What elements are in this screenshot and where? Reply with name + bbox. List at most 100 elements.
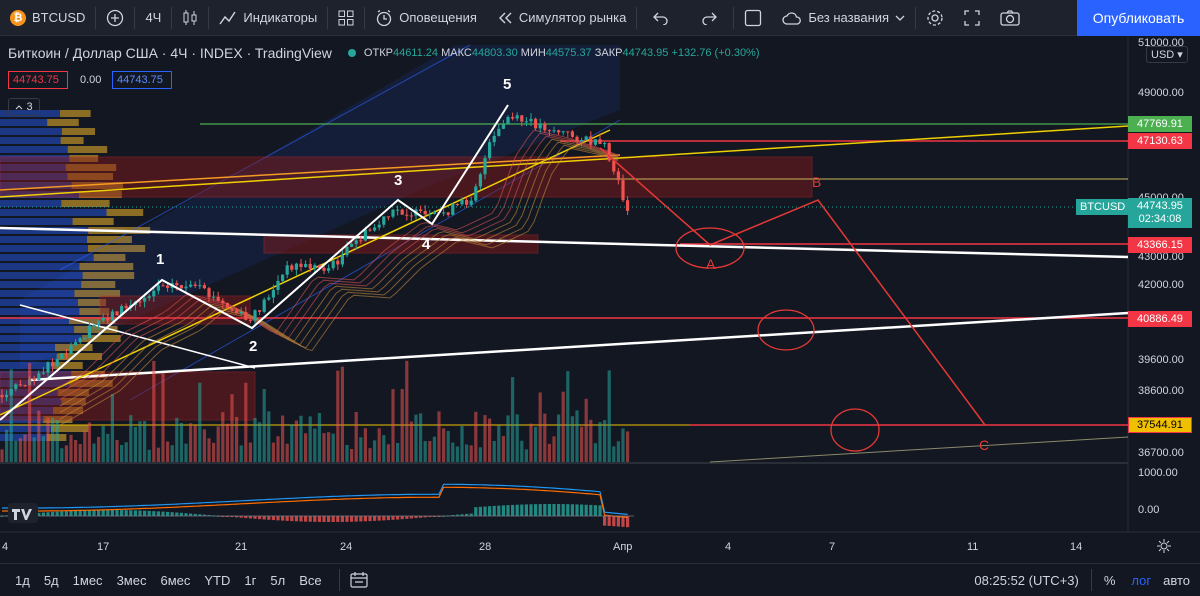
- settings-button[interactable]: [916, 0, 954, 36]
- ohlc-values: ОТКР44611.24 МАКС44803.30 МИН44575.37 ЗА…: [363, 47, 760, 59]
- macd-histogram-bar: [299, 516, 303, 522]
- ask-price-box[interactable]: 44743.75: [112, 71, 172, 89]
- macd-histogram-bar: [64, 511, 68, 516]
- range-5y[interactable]: 5л: [263, 573, 292, 588]
- legend-title[interactable]: Биткоин / Доллар США · 4Ч · INDEX · Trad…: [8, 45, 332, 61]
- volume-bar: [198, 382, 202, 462]
- log-toggle[interactable]: лог: [1123, 573, 1159, 588]
- chart-type-button[interactable]: [172, 0, 208, 36]
- wave-label-2: 2: [249, 338, 258, 355]
- price-tag-green[interactable]: 47769.91: [1128, 116, 1192, 132]
- volume-bar: [179, 422, 183, 462]
- range-3m[interactable]: 3мес: [110, 573, 154, 588]
- macd-histogram-bar: [373, 516, 377, 521]
- macd-histogram-bar: [616, 516, 620, 527]
- date-range-icon[interactable]: [349, 572, 368, 588]
- candle-body: [60, 353, 64, 359]
- candle-body: [189, 284, 193, 287]
- range-1m[interactable]: 1мес: [66, 573, 110, 588]
- macd-histogram-bar: [55, 511, 59, 516]
- top-toolbar: ₿ BTCUSD 4Ч Индикаторы Оповещения Симуля…: [0, 0, 1200, 36]
- percent-toggle[interactable]: %: [1092, 573, 1124, 588]
- macd-histogram-bar: [354, 516, 358, 522]
- symbol-search[interactable]: ₿ BTCUSD: [0, 0, 95, 36]
- undo-button[interactable]: [637, 0, 685, 36]
- snapshot-button[interactable]: [990, 0, 1030, 36]
- macd-histogram-bar: [520, 504, 524, 516]
- candle-body: [451, 203, 455, 215]
- time-label: 17: [97, 541, 110, 553]
- volume-bar: [322, 433, 326, 462]
- bid-price-box[interactable]: 44743.75: [8, 71, 68, 89]
- range-ytd[interactable]: YTD: [197, 573, 237, 588]
- templates-button[interactable]: [328, 0, 364, 36]
- candle-body: [386, 216, 390, 218]
- range-1d[interactable]: 1д: [8, 573, 37, 588]
- macd-histogram-bar: [336, 516, 340, 522]
- collapse-indicators-button[interactable]: 3: [8, 98, 40, 116]
- fullscreen-select-button[interactable]: [734, 0, 772, 36]
- range-all[interactable]: Все: [292, 573, 328, 588]
- volume-profile-bar: [0, 236, 88, 243]
- price-chart[interactable]: [0, 37, 1200, 561]
- alerts-button[interactable]: Оповещения: [365, 0, 487, 36]
- volume-bar: [83, 430, 87, 462]
- last-price-tag[interactable]: 44743.95 02:34:08: [1128, 198, 1192, 228]
- candle-body: [313, 265, 317, 269]
- candle-body: [340, 255, 344, 265]
- candle-body: [561, 131, 565, 133]
- layout-name-button[interactable]: Без названия: [772, 0, 915, 36]
- interval-button[interactable]: 4Ч: [135, 0, 171, 36]
- macd-histogram-bar: [120, 510, 124, 516]
- candle-body: [575, 136, 579, 142]
- candle-body: [5, 394, 9, 398]
- candle-body: [212, 296, 216, 298]
- candle-body: [580, 139, 584, 142]
- candle-body: [276, 280, 280, 290]
- replay-button[interactable]: Симулятор рынка: [487, 0, 636, 36]
- volume-profile-bar: [57, 353, 102, 360]
- range-5d[interactable]: 5д: [37, 573, 66, 588]
- candle-body: [74, 342, 78, 346]
- price-tag-red-1[interactable]: 47130.63: [1128, 133, 1192, 149]
- auto-toggle[interactable]: авто: [1159, 573, 1200, 588]
- candle-body: [465, 199, 469, 205]
- time-axis-settings-icon[interactable]: [1156, 538, 1172, 554]
- candle-body: [589, 136, 593, 145]
- candle-body: [359, 240, 363, 242]
- clock[interactable]: 08:25:52 (UTC+3): [962, 573, 1090, 588]
- indicators-button[interactable]: Индикаторы: [209, 0, 327, 36]
- candle-body: [455, 203, 459, 205]
- price-tag-red-2[interactable]: 43366.15: [1128, 237, 1192, 253]
- volume-profile-bar: [0, 146, 68, 153]
- volume-bar: [570, 416, 574, 462]
- volume-bar: [212, 442, 216, 462]
- candle-body: [216, 296, 220, 301]
- time-label: 14: [1070, 541, 1083, 553]
- undo-icon: [653, 12, 668, 25]
- candle-body: [391, 209, 395, 217]
- macd-histogram-bar: [474, 507, 478, 516]
- candle-body: [143, 298, 147, 302]
- volume-bar: [547, 443, 551, 462]
- candle-body: [239, 311, 243, 314]
- volume-bar: [189, 423, 193, 462]
- volume-bar: [92, 443, 96, 462]
- macd-histogram-bar: [538, 504, 542, 516]
- price-tag-yellow[interactable]: 37544.91: [1128, 417, 1192, 433]
- volume-bar: [391, 389, 395, 462]
- volume-bar: [258, 422, 262, 462]
- macd-histogram-bar: [382, 516, 386, 521]
- range-1y[interactable]: 1г: [237, 573, 263, 588]
- range-6m[interactable]: 6мес: [153, 573, 197, 588]
- redo-button[interactable]: [685, 0, 733, 36]
- compare-button[interactable]: [96, 0, 134, 36]
- volume-profile-bar: [0, 245, 88, 252]
- macd-histogram-bar: [97, 510, 101, 516]
- candle-body: [483, 158, 487, 175]
- layout-name-label: Без названия: [808, 10, 890, 25]
- publish-button[interactable]: Опубликовать: [1077, 0, 1200, 36]
- fullscreen-button[interactable]: [954, 0, 990, 36]
- volume-bar: [377, 428, 381, 462]
- price-tag-red-3[interactable]: 40886.49: [1128, 311, 1192, 327]
